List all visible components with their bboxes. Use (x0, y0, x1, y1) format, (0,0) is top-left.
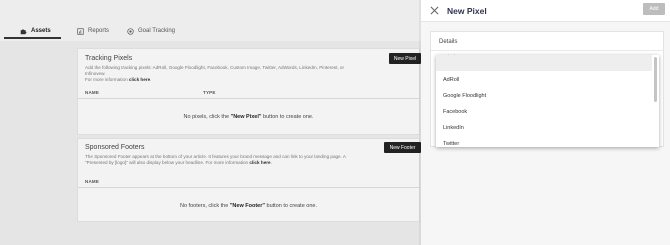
tab-goal-tracking-label: Goal Tracking (138, 28, 176, 34)
footers-empty-message: No footers, click the "New Footer" butto… (78, 203, 419, 209)
empty-text: No pixels, click the (183, 114, 231, 120)
table-divider (78, 98, 419, 99)
sponsored-footers-card: Sponsored Footers The Sponsored Footer a… (77, 138, 421, 222)
tab-reports[interactable]: Reports (77, 25, 109, 37)
desc-suffix: . (150, 77, 152, 82)
pixels-empty-message: No pixels, click the "New Pixel" button … (78, 114, 419, 120)
dropdown-scrollbar[interactable] (654, 57, 657, 102)
panel-header: New Pixel Add (421, 0, 670, 22)
column-header-name: NAME (85, 90, 100, 95)
sponsored-footers-title: Sponsored Footers (85, 144, 145, 151)
click-here-link[interactable]: click here (249, 160, 270, 165)
close-icon[interactable] (430, 6, 439, 15)
desc-text: "Presented by [logo]" will also display … (85, 160, 250, 165)
tab-reports-label: Reports (88, 28, 110, 34)
puzzle-icon (20, 28, 27, 34)
empty-suffix: button to create one. (265, 203, 317, 209)
pixel-type-dropdown[interactable]: AdRoll Google Floodlight Facebook Linked… (436, 55, 659, 147)
option-linkedin[interactable]: LinkedIn (443, 125, 464, 131)
desc-text: For more information (85, 77, 129, 82)
panel-title: New Pixel (447, 6, 487, 16)
sponsored-footers-desc-line2: "Presented by [logo]" will also display … (85, 160, 365, 166)
option-twitter[interactable]: Twitter (443, 141, 459, 147)
main-page: Assets Reports Goal Tracking Tracking Pi… (0, 0, 421, 245)
chart-icon (77, 27, 84, 35)
tab-bar: Assets Reports Goal Tracking (0, 0, 421, 41)
click-here-link[interactable]: click here (129, 77, 150, 82)
option-google-floodlight[interactable]: Google Floodlight (443, 93, 486, 99)
tracking-pixels-title: Tracking Pixels (85, 55, 133, 62)
empty-text: No footers, click the (180, 203, 230, 209)
empty-bold: "New Footer" (229, 203, 265, 209)
tab-assets-label: Assets (31, 28, 51, 34)
option-facebook[interactable]: Facebook (443, 109, 467, 115)
details-divider (431, 50, 663, 51)
target-icon (127, 27, 134, 35)
column-header-name: NAME (85, 179, 100, 184)
tracking-pixels-card: Tracking Pixels Add the following tracki… (77, 48, 421, 135)
empty-suffix: button to create one. (261, 114, 314, 120)
new-pixel-panel: New Pixel Add Details Pixel type AdRoll … (421, 0, 670, 245)
table-divider (78, 187, 419, 188)
dropdown-highlighted-option[interactable] (436, 55, 652, 71)
column-header-type: TYPE (203, 90, 216, 95)
tab-assets[interactable]: Assets (20, 25, 51, 37)
tracking-pixels-description: Add the following tracking pixels: AdRol… (85, 65, 365, 83)
new-footer-button[interactable]: New Footer (384, 142, 421, 153)
empty-bold: "New Pixel" (230, 114, 262, 120)
desc-suffix: . (270, 160, 272, 165)
tab-goal-tracking[interactable]: Goal Tracking (127, 25, 175, 37)
option-adroll[interactable]: AdRoll (443, 77, 459, 83)
add-button[interactable]: Add (643, 3, 665, 15)
tracking-pixels-desc-line2: For more information click here. (85, 77, 365, 83)
tracking-pixels-desc-line1: Add the following tracking pixels: AdRol… (85, 65, 344, 76)
details-title: Details (439, 39, 458, 45)
sponsored-footers-description: The Sponsored Footer appears at the bott… (85, 154, 365, 166)
new-pixel-button[interactable]: New Pixel (389, 53, 421, 64)
active-tab-indicator (4, 37, 61, 39)
